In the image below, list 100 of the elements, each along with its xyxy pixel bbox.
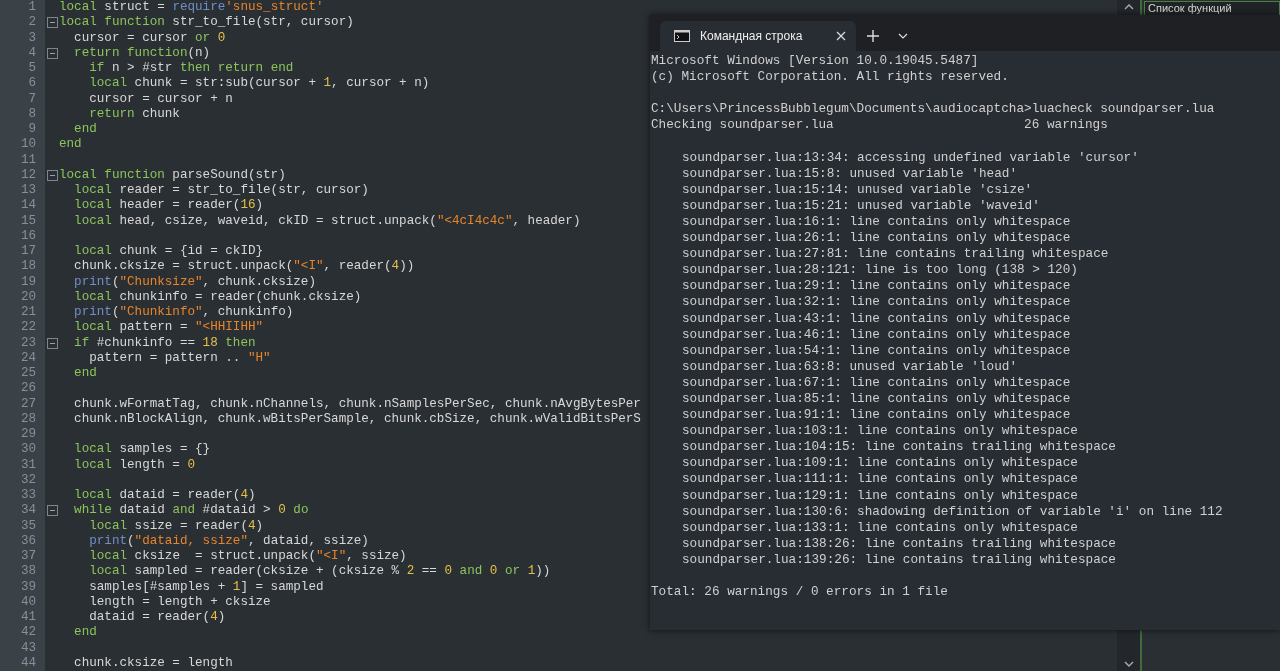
line-number: 15 bbox=[19, 213, 37, 229]
code-line: print("dataid, ssize", dataid, ssize) bbox=[88, 533, 369, 549]
line-number: 3 bbox=[27, 30, 37, 46]
line-number: 17 bbox=[19, 244, 37, 260]
code-line: if #chunkinfo == 18 then bbox=[73, 335, 256, 351]
fold-toggle-icon[interactable] bbox=[46, 17, 58, 29]
line-number: 18 bbox=[19, 259, 37, 275]
code-line: return chunk bbox=[88, 106, 180, 122]
line-number: 32 bbox=[19, 472, 37, 488]
plus-icon bbox=[867, 30, 879, 42]
warning-line: soundparser.lua:85:1: line contains only whitespace bbox=[682, 390, 1071, 406]
code-line: local function str_to_file(str, cursor) bbox=[59, 15, 354, 31]
line-number: 44 bbox=[19, 655, 37, 671]
line-number: 7 bbox=[27, 91, 37, 107]
code-line: end bbox=[59, 137, 82, 153]
line-number: 28 bbox=[19, 411, 37, 427]
line-number: 33 bbox=[19, 488, 37, 504]
warning-line: soundparser.lua:111:1: line contains only whitespace bbox=[682, 471, 1078, 487]
line-number: 25 bbox=[19, 366, 37, 382]
code-line: local chunk = {id = ckID} bbox=[73, 244, 264, 260]
code-line: local cksize = struct.unpack("<I", ssize) bbox=[88, 549, 407, 565]
line-number: 9 bbox=[27, 122, 37, 138]
line-number: 21 bbox=[19, 305, 37, 321]
code-line: local struct = require'snus_struct' bbox=[59, 0, 324, 16]
fold-toggle-icon[interactable] bbox=[46, 505, 58, 517]
terminal-tab[interactable]: Командная строка bbox=[660, 21, 856, 51]
line-number: 40 bbox=[19, 594, 37, 610]
console-line: (c) Microsoft Corporation. All rights reserved. bbox=[651, 69, 1009, 85]
code-line: local samples = {} bbox=[73, 442, 211, 458]
line-number: 31 bbox=[19, 457, 37, 473]
code-line: return function(n) bbox=[73, 45, 211, 61]
code-line: end bbox=[73, 366, 97, 382]
line-number: 6 bbox=[27, 76, 37, 92]
warning-line: soundparser.lua:43:1: line contains only whitespace bbox=[682, 310, 1071, 326]
warning-line: soundparser.lua:91:1: line contains only whitespace bbox=[682, 407, 1071, 423]
warning-line: soundparser.lua:15:14: unused variable 'csize' bbox=[682, 181, 1033, 197]
scroll-up-icon[interactable] bbox=[1123, 4, 1134, 10]
tab-title: Командная строка bbox=[700, 29, 804, 43]
warning-line: soundparser.lua:16:1: line contains only whitespace bbox=[682, 213, 1071, 229]
line-number: 2 bbox=[27, 15, 37, 31]
code-line: local sampled = reader(cksize + (cksize % 2 == 0 and 0 or 1)) bbox=[88, 564, 551, 580]
warning-line: soundparser.lua:46:1: line contains only whitespace bbox=[682, 326, 1071, 342]
code-line: chunk.wFormatTag, chunk.nChannels, chunk.nSamplesPerSec, chunk.nAvgBytesPer bbox=[73, 396, 641, 412]
fold-toggle-icon[interactable] bbox=[46, 47, 58, 59]
warning-line: soundparser.lua:129:1: line contains only whitespace bbox=[682, 487, 1078, 503]
line-number: 30 bbox=[19, 442, 37, 458]
warning-line: soundparser.lua:26:1: line contains only whitespace bbox=[682, 230, 1071, 246]
code-line: local length = 0 bbox=[73, 457, 196, 473]
warning-line: soundparser.lua:130:6: shadowing definition of variable 'i' on line 112 bbox=[682, 503, 1223, 519]
line-number: 23 bbox=[19, 335, 37, 351]
code-line: samples[#samples + 1] = sampled bbox=[88, 579, 324, 595]
warning-line: soundparser.lua:109:1: line contains only whitespace bbox=[682, 455, 1078, 471]
line-number: 13 bbox=[19, 183, 37, 199]
line-number: 10 bbox=[19, 137, 37, 153]
warning-line: soundparser.lua:32:1: line contains only whitespace bbox=[682, 294, 1071, 310]
line-number: 36 bbox=[19, 533, 37, 549]
line-number: 4 bbox=[27, 45, 37, 61]
line-number: 37 bbox=[19, 549, 37, 565]
line-number: 24 bbox=[19, 350, 37, 366]
line-number: 8 bbox=[27, 106, 37, 122]
line-number: 42 bbox=[19, 625, 37, 641]
code-line: print("Chunkinfo", chunkinfo) bbox=[73, 305, 294, 321]
line-number: 29 bbox=[19, 427, 37, 443]
code-line: chunk.nBlockAlign, chunk.wBitsPerSample, chunk.cbSize, chunk.wValidBitsPerS bbox=[73, 411, 641, 427]
warning-line: soundparser.lua:13:34: accessing undefined variable 'cursor' bbox=[682, 149, 1139, 165]
fold-toggle-icon[interactable] bbox=[46, 337, 58, 349]
console-line: C:\Users\PrincessBubblegum\Documents\audiocaptcha>luacheck soundparser.lua bbox=[651, 101, 1215, 117]
console-line: Total: 26 warnings / 0 errors in 1 file bbox=[651, 584, 948, 600]
warning-line: soundparser.lua:139:26: line contains trailing whitespace bbox=[682, 551, 1116, 567]
code-line: chunk.cksize = struct.unpack("<I", reader(4)) bbox=[73, 259, 415, 275]
code-line: cursor = cursor + n bbox=[88, 91, 233, 107]
code-line: end bbox=[73, 122, 97, 138]
warning-line: soundparser.lua:28:121: line is too long (138 > 120) bbox=[682, 262, 1078, 278]
scroll-down-icon[interactable] bbox=[1123, 661, 1134, 667]
warning-line: soundparser.lua:15:21: unused variable 'waveid' bbox=[682, 197, 1040, 213]
console-line: Microsoft Windows [Version 10.0.19045.5487] bbox=[651, 53, 979, 68]
code-line: chunk.cksize = length bbox=[73, 655, 233, 671]
code-line: length = length + cksize bbox=[88, 594, 271, 610]
line-number: 27 bbox=[19, 396, 37, 412]
line-number: 38 bbox=[19, 564, 37, 580]
close-icon[interactable] bbox=[836, 31, 846, 41]
code-line: dataid = reader(4) bbox=[88, 610, 226, 626]
console-line: Checking soundparser.lua 26 warnings bbox=[651, 117, 1108, 133]
line-number: 11 bbox=[19, 152, 37, 168]
warning-line: soundparser.lua:54:1: line contains only whitespace bbox=[682, 342, 1071, 358]
code-line: local head, csize, waveid, ckID = struct.unpack("<4cI4c4c", header) bbox=[73, 213, 581, 229]
line-number: 5 bbox=[27, 61, 37, 77]
line-number: 20 bbox=[19, 289, 37, 305]
code-line: local ssize = reader(4) bbox=[88, 518, 264, 534]
code-line: pattern = pattern .. "H" bbox=[88, 350, 271, 366]
code-line: local chunk = str:sub(cursor + 1, cursor + n) bbox=[88, 76, 430, 92]
code-line: local reader = str_to_file(str, cursor) bbox=[73, 183, 369, 199]
warning-line: soundparser.lua:29:1: line contains only whitespace bbox=[682, 278, 1071, 294]
warning-line: soundparser.lua:138:26: line contains trailing whitespace bbox=[682, 535, 1116, 551]
warning-line: soundparser.lua:103:1: line contains only whitespace bbox=[682, 423, 1078, 439]
fold-toggle-icon[interactable] bbox=[46, 169, 58, 181]
warning-line: soundparser.lua:67:1: line contains only whitespace bbox=[682, 374, 1071, 390]
code-line: local dataid = reader(4) bbox=[73, 488, 256, 504]
code-line: local pattern = "<HHIIHH" bbox=[73, 320, 264, 336]
terminal-icon bbox=[674, 30, 690, 42]
